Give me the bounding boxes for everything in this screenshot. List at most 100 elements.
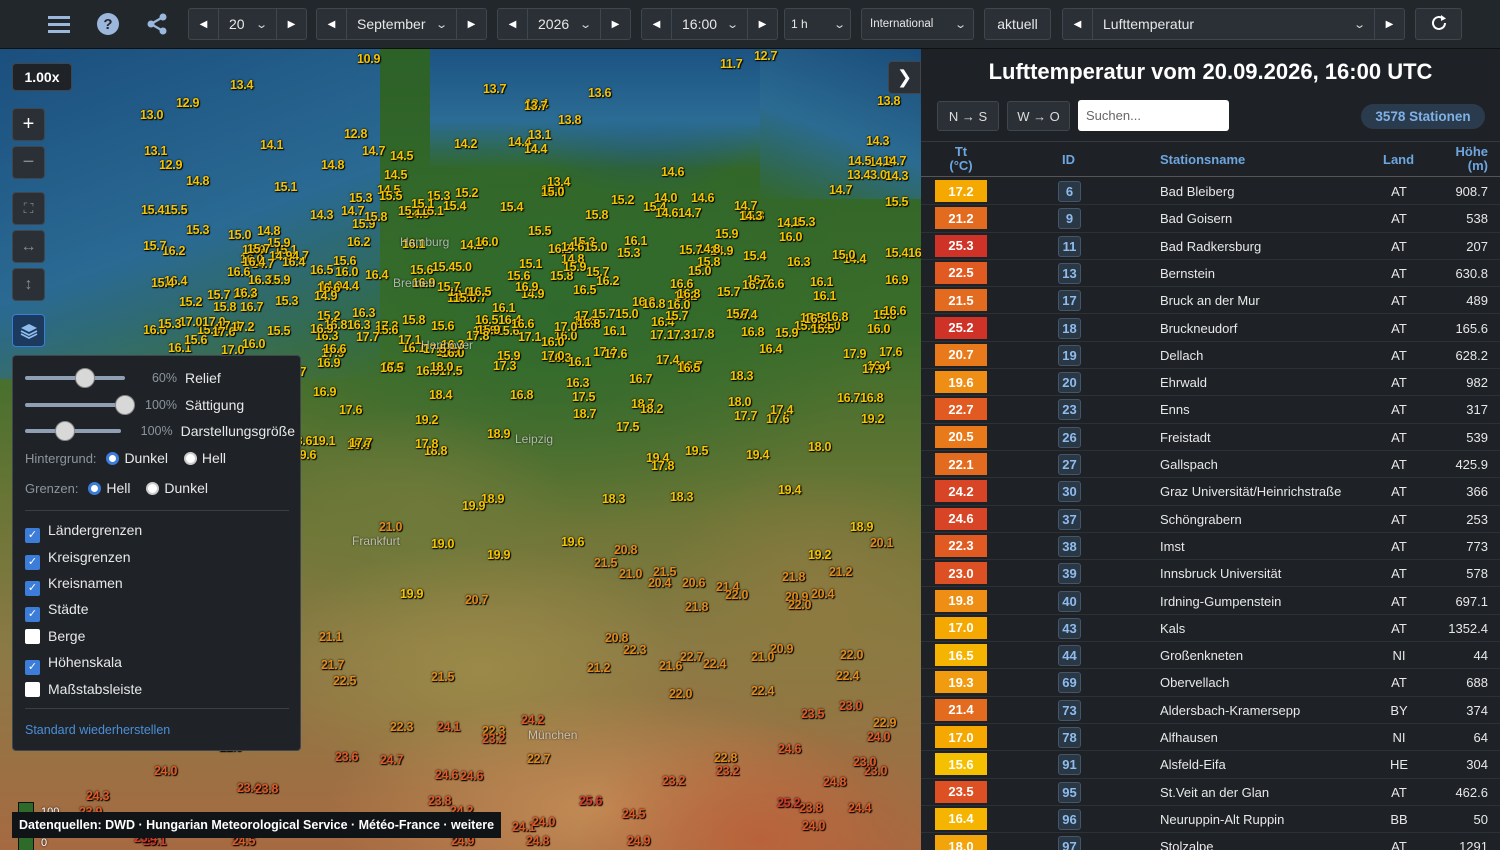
station-temperature-label[interactable]: 17.9 <box>862 362 885 376</box>
station-temperature-label[interactable]: 14.7 <box>829 183 852 197</box>
station-temperature-label[interactable]: 22.7 <box>680 650 703 664</box>
station-temperature-label[interactable]: 16.1 <box>492 301 515 315</box>
station-temperature-label[interactable]: 15.7 <box>679 243 702 257</box>
station-temperature-label[interactable]: 15.7 <box>437 280 460 294</box>
station-temperature-label[interactable]: 17.1 <box>518 330 541 344</box>
slider-handle[interactable] <box>115 395 135 415</box>
station-temperature-label[interactable]: 15.8 <box>213 300 236 314</box>
station-temperature-label[interactable]: 15.8 <box>402 313 425 327</box>
time-next-icon[interactable]: ▶ <box>747 9 777 39</box>
station-temperature-label[interactable]: 23.8 <box>428 794 451 808</box>
station-id-badge[interactable]: 69 <box>1058 672 1081 694</box>
station-temperature-label[interactable]: 18.9 <box>850 520 873 534</box>
station-temperature-label[interactable]: 22.0 <box>788 598 811 612</box>
radio-icon[interactable] <box>183 452 197 465</box>
station-temperature-label[interactable]: 17.6 <box>879 345 902 359</box>
station-temperature-label[interactable]: 18.4 <box>429 388 452 402</box>
day-prev-icon[interactable]: ◀ <box>189 9 219 39</box>
table-row[interactable]: 23.5 95 St.Veit an der Glan AT 462.6 <box>921 779 1500 806</box>
station-temperature-label[interactable]: 18.3 <box>730 369 753 383</box>
station-temperature-label[interactable]: 14.3 <box>885 169 908 183</box>
station-temperature-label[interactable]: 23.8 <box>799 801 822 815</box>
slider-handle[interactable] <box>55 421 75 441</box>
station-temperature-label[interactable]: 12.7 <box>754 49 777 63</box>
station-temperature-label[interactable]: 21.5 <box>431 670 454 684</box>
station-temperature-label[interactable]: 16.8 <box>577 317 600 331</box>
day-selector[interactable]: ◀ 20 ⌄ ▶ <box>188 8 307 40</box>
station-temperature-label[interactable]: 15.6 <box>184 333 207 347</box>
station-temperature-label[interactable]: 17.8 <box>651 459 674 473</box>
table-row[interactable]: 17.0 43 Kals AT 1352.4 <box>921 615 1500 643</box>
station-temperature-label[interactable]: 13.7 <box>483 82 506 96</box>
checkbox-row[interactable]: Maßstabsleiste <box>25 681 142 701</box>
station-temperature-label[interactable]: 15.9 <box>775 326 798 340</box>
station-temperature-label[interactable]: 16.1 <box>568 355 591 369</box>
checkbox-icon[interactable]: ✓ <box>25 528 40 543</box>
station-temperature-label[interactable]: 22.3 <box>390 720 413 734</box>
year-prev-icon[interactable]: ◀ <box>498 9 528 39</box>
station-temperature-label[interactable]: 15.0 <box>832 248 855 262</box>
station-temperature-label[interactable]: 22.0 <box>669 687 692 701</box>
station-id-badge[interactable]: 91 <box>1058 754 1081 776</box>
station-temperature-label[interactable]: 14.5 <box>848 154 871 168</box>
station-temperature-label[interactable]: 15.5 <box>379 189 402 203</box>
station-temperature-label[interactable]: 18.3 <box>670 490 693 504</box>
station-temperature-label[interactable]: 23.8 <box>255 782 278 796</box>
checkbox-row[interactable]: ✓ Höhenskala <box>25 654 122 675</box>
table-row[interactable]: 25.3 11 Bad Radkersburg AT 207 <box>921 233 1500 260</box>
station-temperature-label[interactable]: 25.6 <box>579 794 602 808</box>
station-temperature-label[interactable]: 21.1 <box>319 630 342 644</box>
station-temperature-label[interactable]: 16.7 <box>240 300 263 314</box>
station-id-badge[interactable]: 6 <box>1058 181 1081 202</box>
table-row[interactable]: 25.2 18 Bruckneudorf AT 165.6 <box>921 315 1500 342</box>
radio-icon[interactable] <box>106 452 120 465</box>
station-temperature-label[interactable]: 16.0 <box>541 335 564 349</box>
checkbox-row[interactable]: ✓ Ländergrenzen <box>25 522 142 543</box>
layers-icon[interactable] <box>12 314 45 347</box>
station-temperature-label[interactable]: 15.3 <box>792 215 815 229</box>
station-id-badge[interactable]: 26 <box>1058 426 1081 448</box>
station-temperature-label[interactable]: 20.4 <box>648 576 671 590</box>
station-temperature-label[interactable]: 16.8 <box>510 388 533 402</box>
station-temperature-label[interactable]: 24.0 <box>532 815 555 829</box>
col-hoehe[interactable]: Höhe (m) <box>1456 145 1489 173</box>
station-temperature-label[interactable]: 15.0 <box>541 185 564 199</box>
station-temperature-label[interactable]: 22.5 <box>333 674 356 688</box>
month-selector[interactable]: ◀ September ⌄ ▶ <box>316 8 487 40</box>
table-row[interactable]: 16.4 96 Neuruppin-Alt Ruppin BB 50 <box>921 806 1500 834</box>
station-temperature-label[interactable]: 17.3 <box>493 359 516 373</box>
station-temperature-label[interactable]: 20.4 <box>811 587 834 601</box>
station-temperature-label[interactable]: 13.0 <box>140 108 163 122</box>
month-next-icon[interactable]: ▶ <box>456 9 486 39</box>
station-temperature-label[interactable]: 22.3 <box>623 643 646 657</box>
station-temperature-label[interactable]: 16.5 <box>573 283 596 297</box>
station-temperature-label[interactable]: 16.6 <box>883 304 906 318</box>
station-temperature-label[interactable]: 25.2 <box>777 796 800 810</box>
station-temperature-label[interactable]: 21.7 <box>321 658 344 672</box>
station-temperature-label[interactable]: 16.0 <box>475 235 498 249</box>
station-temperature-label[interactable]: 17.2 <box>231 320 254 334</box>
station-temperature-label[interactable]: 20.6 <box>682 576 705 590</box>
checkbox-row[interactable]: ✓ Kreisnamen <box>25 575 123 596</box>
checkbox-row[interactable]: ✓ Kreisgrenzen <box>25 549 131 570</box>
station-temperature-label[interactable]: 14.1 <box>260 138 283 152</box>
station-temperature-label[interactable]: 12.9 <box>176 96 199 110</box>
station-search-input[interactable]: Suchen... <box>1078 100 1229 131</box>
station-temperature-label[interactable]: 15.7 <box>717 285 740 299</box>
parameter-prev-icon[interactable]: ◀ <box>1063 9 1093 39</box>
station-temperature-label[interactable]: 15.7 <box>143 239 166 253</box>
station-temperature-label[interactable]: 18.2 <box>640 402 663 416</box>
station-temperature-label[interactable]: 17.7 <box>734 409 757 423</box>
station-temperature-label[interactable]: 19.9 <box>487 548 510 562</box>
station-temperature-label[interactable]: 17.1 <box>398 333 421 347</box>
station-temperature-label[interactable]: 15.415.5 <box>141 203 188 217</box>
reset-link[interactable]: Standard wiederherstellen <box>25 723 170 737</box>
station-temperature-label[interactable]: 17.4 <box>656 353 679 367</box>
interval-select[interactable]: 1 h ⌄ <box>784 8 851 40</box>
station-temperature-label[interactable]: 16.4 <box>365 268 388 282</box>
station-temperature-label[interactable]: 14.7 <box>341 204 364 218</box>
table-row[interactable]: 22.1 27 Gallspach AT 425.9 <box>921 451 1500 479</box>
table-row[interactable]: 21.5 17 Bruck an der Mur AT 489 <box>921 287 1500 315</box>
station-temperature-label[interactable]: 16.0 <box>242 337 265 351</box>
station-temperature-label[interactable]: 15.2 <box>455 186 478 200</box>
